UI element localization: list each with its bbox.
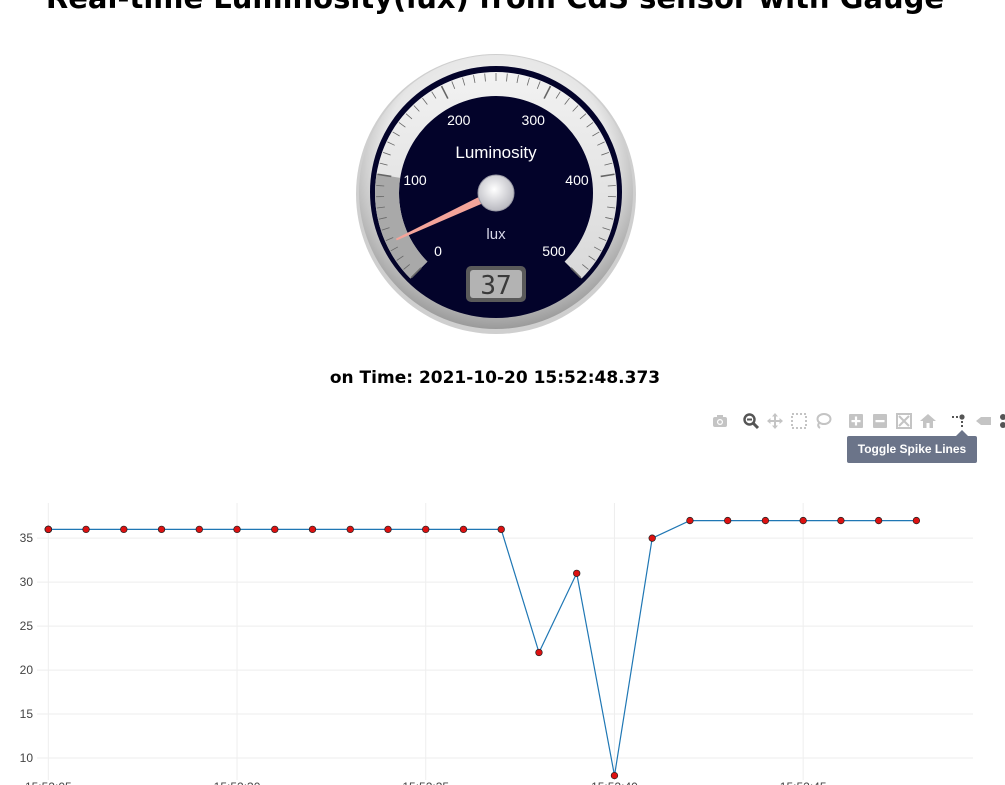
data-point[interactable] [271,525,279,534]
luminosity-line-chart[interactable]: 101520253035 15:52:0515:52:3015:52:3515:… [0,495,1005,785]
chart-grid [37,503,973,780]
zoom-out-icon[interactable] [871,412,889,430]
gauge-svg: 0 100 200 300 400 500 Luminosity lux 37 [356,54,636,334]
y-tick-label: 15 [20,707,34,721]
data-point[interactable] [761,516,770,525]
x-tick-label: 15:52:05 [25,780,72,785]
data-point[interactable] [384,525,392,534]
data-point[interactable] [874,516,883,525]
chart-x-axis: 15:52:05 15:52:30 15:52:35 15:52:40 15:52:45 [25,780,827,785]
gauge-tick-label: 200 [447,112,471,128]
data-point[interactable] [837,516,845,525]
data-point[interactable] [308,525,317,534]
gauge-tick-mark [607,185,616,187]
luminosity-gauge: 0 100 200 300 400 500 Luminosity lux 37 [354,52,638,336]
data-point[interactable] [157,525,166,534]
zoom-in-icon[interactable] [847,412,865,430]
gauge-hub [477,174,515,212]
camera-icon[interactable] [711,412,729,430]
gauge-tick-mark [376,185,385,187]
hover-closest-icon[interactable] [974,412,992,430]
reset-axes-icon[interactable] [919,412,937,430]
data-point[interactable] [82,525,90,534]
gauge-tick-label: 300 [522,112,546,128]
data-point[interactable] [195,525,203,534]
chart-y-axis: 10 15 20 25 30 35 [20,531,34,765]
zoom-icon[interactable] [742,412,760,430]
gauge-tick-label: 500 [542,243,566,259]
data-point[interactable] [610,771,619,780]
plot-modebar [705,408,1005,432]
y-tick-label: 30 [20,575,34,589]
autoscale-icon[interactable] [895,412,913,430]
data-point[interactable] [724,516,732,525]
page-title: Real-time Luminosity(lux) from CdS senso… [0,0,990,18]
data-point[interactable] [497,525,505,534]
x-tick-label: 15:52:30 [214,780,261,785]
data-point[interactable] [648,534,656,542]
gauge-tick-label: 100 [403,172,427,188]
series-points [44,516,921,780]
gauge-tick-label: 0 [434,243,442,259]
pan-icon[interactable] [766,412,784,430]
y-tick-label: 25 [20,619,34,633]
data-point[interactable] [535,648,543,657]
y-tick-label: 10 [20,751,34,765]
box-select-icon[interactable] [790,412,808,430]
y-tick-label: 35 [20,531,34,545]
data-point[interactable] [422,525,430,534]
y-tick-label: 20 [20,663,34,677]
spike-lines-tooltip: Toggle Spike Lines [847,436,977,463]
data-point[interactable] [233,525,241,534]
data-point[interactable] [346,525,354,534]
data-point[interactable] [573,569,581,577]
data-point[interactable] [120,525,128,534]
x-tick-label: 15:52:35 [402,780,449,785]
x-tick-label: 15:52:40 [591,780,638,785]
gauge-tick-label: 400 [565,172,589,188]
series-line [48,520,917,776]
data-point[interactable] [459,525,468,534]
gauge-value-readout: 37 [480,271,511,301]
gauge-title: Luminosity [455,143,537,162]
data-point[interactable] [912,516,921,525]
data-point[interactable] [686,516,694,525]
timestamp-line: on Time: 2021-10-20 15:52:48.373 [329,368,661,388]
data-point[interactable] [44,525,52,534]
hover-compare-icon[interactable] [998,412,1005,430]
x-tick-label: 15:52:45 [780,780,827,785]
spike-lines-icon[interactable] [950,412,968,430]
lasso-select-icon[interactable] [814,412,832,430]
gauge-units: lux [486,226,506,243]
data-point[interactable] [799,516,807,525]
